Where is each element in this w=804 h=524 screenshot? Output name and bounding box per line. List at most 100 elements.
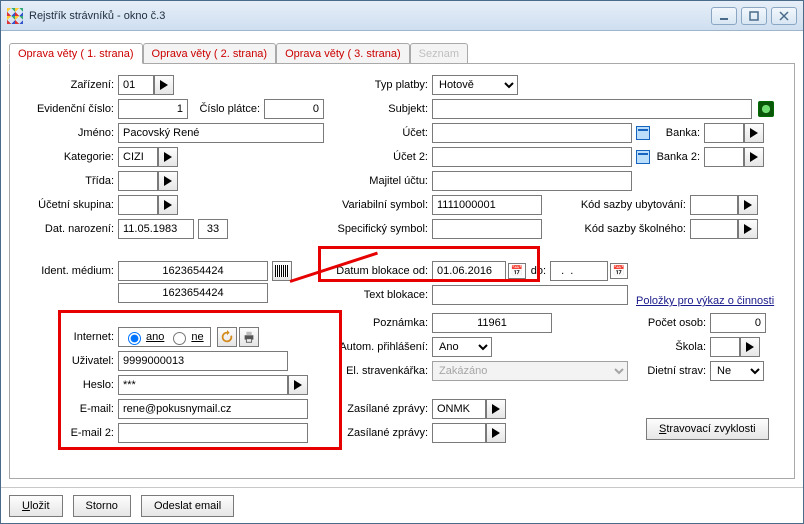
refresh-button[interactable] <box>217 327 237 347</box>
input-uzivatel[interactable] <box>118 351 288 371</box>
label-subjekt: Subjekt: <box>332 103 432 115</box>
input-banka2[interactable] <box>704 147 744 167</box>
input-majitel[interactable] <box>432 171 632 191</box>
lookup-kategorie[interactable] <box>158 147 178 167</box>
label-varsym: Variabilní symbol: <box>332 199 432 211</box>
input-kodskol[interactable] <box>690 219 738 239</box>
input-datumblok-do[interactable] <box>550 261 608 281</box>
lookup-heslo[interactable] <box>288 375 308 395</box>
lookup-banka2[interactable] <box>744 147 764 167</box>
label-zarizeni: Zařízení: <box>22 79 118 91</box>
input-kodubyt[interactable] <box>690 195 738 215</box>
input-ucet[interactable] <box>432 123 632 143</box>
select-typplatby[interactable]: Hotově <box>432 75 518 95</box>
input-skola[interactable] <box>710 337 740 357</box>
input-poznamka[interactable] <box>432 313 552 333</box>
label-trida: Třída: <box>22 175 118 187</box>
input-trida[interactable] <box>118 171 158 191</box>
minimize-button[interactable] <box>711 7 737 25</box>
input-ident[interactable] <box>118 261 268 281</box>
label-cisloplatce: Číslo plátce: <box>188 103 264 115</box>
label-kategorie: Kategorie: <box>22 151 118 163</box>
barcode-button[interactable] <box>272 261 292 281</box>
radio-internet-ano[interactable]: ano <box>123 329 164 345</box>
lookup-ucetni[interactable] <box>158 195 178 215</box>
subjekt-action-icon[interactable] <box>758 101 774 117</box>
input-kategorie[interactable] <box>118 147 158 167</box>
close-button[interactable] <box>771 7 797 25</box>
label-kodskol: Kód sazby školného: <box>542 223 690 235</box>
input-ucet2[interactable] <box>432 147 632 167</box>
input-zarizeni[interactable] <box>118 75 154 95</box>
lookup-zaszpr2[interactable] <box>486 423 506 443</box>
input-evid[interactable] <box>118 99 188 119</box>
ucet-cal-icon[interactable] <box>636 126 650 140</box>
input-jmeno[interactable] <box>118 123 324 143</box>
label-ucet2: Účet 2: <box>332 151 432 163</box>
input-heslo[interactable] <box>118 375 288 395</box>
tab-page1[interactable]: Oprava věty ( 1. strana) <box>9 43 143 64</box>
tab-page3[interactable]: Oprava věty ( 3. strana) <box>276 43 410 63</box>
input-ucetni[interactable] <box>118 195 158 215</box>
button-storno[interactable]: Storno <box>73 495 131 517</box>
input-vek <box>198 219 228 239</box>
label-autom: Autom. přihlášení: <box>322 341 432 353</box>
input-cisloplatce[interactable] <box>264 99 324 119</box>
label-banka: Banka: <box>650 127 704 139</box>
label-do: do: <box>526 265 550 277</box>
maximize-button[interactable] <box>741 7 767 25</box>
input-varsym[interactable] <box>432 195 542 215</box>
label-zaszpr2: Zasílané zprávy: <box>322 427 432 439</box>
button-stravzvyk[interactable]: Stravovací zvyklosti <box>646 418 769 440</box>
label-majitel: Majitel účtu: <box>332 175 432 187</box>
link-polozky[interactable]: Položky pro výkaz o činnosti <box>636 295 774 307</box>
calendar-do-button[interactable]: 📅 <box>610 263 628 279</box>
label-typplatby: Typ platby: <box>332 79 432 91</box>
label-kodubyt: Kód sazby ubytování: <box>542 199 690 211</box>
input-subjekt[interactable] <box>432 99 752 119</box>
select-elstrav: Zakázáno <box>432 361 628 381</box>
input-zaszpr2[interactable] <box>432 423 486 443</box>
input-datumblok-od[interactable] <box>432 261 506 281</box>
label-pocet: Počet osob: <box>610 317 710 329</box>
tab-page2[interactable]: Oprava věty ( 2. strana) <box>143 43 277 63</box>
label-ident: Ident. médium: <box>22 265 118 277</box>
radio-group-internet: ano ne <box>118 327 211 347</box>
radio-internet-ne[interactable]: ne <box>168 329 203 345</box>
select-autom[interactable]: Ano <box>432 337 492 357</box>
lookup-zaszpr[interactable] <box>486 399 506 419</box>
label-ucet: Účet: <box>332 127 432 139</box>
input-textblok[interactable] <box>432 285 628 305</box>
lookup-trida[interactable] <box>158 171 178 191</box>
lookup-zarizeni[interactable] <box>154 75 174 95</box>
label-datnar: Dat. narození: <box>22 223 118 235</box>
label-textblok: Text blokace: <box>322 289 432 301</box>
input-specsym[interactable] <box>432 219 542 239</box>
ucet2-cal-icon[interactable] <box>636 150 650 164</box>
input-pocet[interactable] <box>710 313 766 333</box>
label-internet: Internet: <box>22 331 118 343</box>
tab-seznam[interactable]: Seznam <box>410 43 468 63</box>
input-ident2[interactable] <box>118 283 268 303</box>
button-odeslat[interactable]: Odeslat email <box>141 495 234 517</box>
lookup-kodskol[interactable] <box>738 219 758 239</box>
input-email2[interactable] <box>118 423 308 443</box>
select-dietni[interactable]: Ne <box>710 361 764 381</box>
lookup-skola[interactable] <box>740 337 760 357</box>
lookup-kodubyt[interactable] <box>738 195 758 215</box>
label-specsym: Specifický symbol: <box>332 223 432 235</box>
input-zaszpr[interactable] <box>432 399 486 419</box>
input-email[interactable] <box>118 399 308 419</box>
print-button[interactable] <box>239 327 259 347</box>
label-email2: E-mail 2: <box>22 427 118 439</box>
label-uzivatel: Uživatel: <box>22 355 118 367</box>
label-jmeno: Jméno: <box>22 127 118 139</box>
button-ulozit[interactable]: Uložit <box>9 495 63 517</box>
calendar-od-button[interactable]: 📅 <box>508 263 526 279</box>
lookup-banka[interactable] <box>744 123 764 143</box>
input-datnar[interactable] <box>118 219 194 239</box>
label-skola: Škola: <box>610 341 710 353</box>
label-banka2: Banka 2: <box>650 151 704 163</box>
input-banka[interactable] <box>704 123 744 143</box>
label-evid: Evidenční číslo: <box>22 103 118 115</box>
